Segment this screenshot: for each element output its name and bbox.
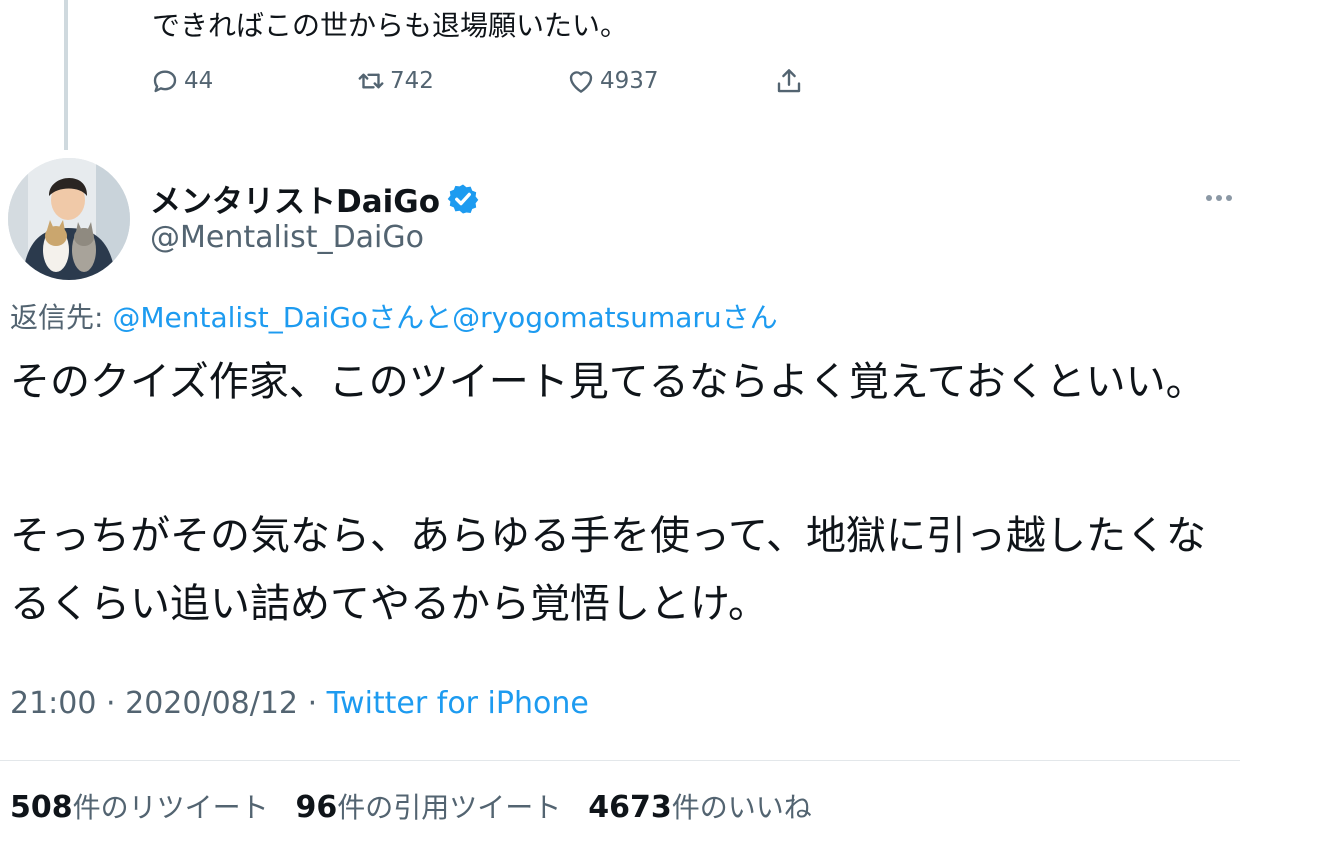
more-options-icon[interactable] xyxy=(1198,184,1240,212)
reply-count: 44 xyxy=(184,68,214,94)
reply-to-suffix: さん xyxy=(721,301,778,334)
tweet-time[interactable]: 21:00 xyxy=(10,686,96,721)
tweet-source-link[interactable]: Twitter for iPhone xyxy=(327,686,589,721)
reply-to-label: 返信先: xyxy=(10,301,104,334)
reply-button[interactable]: 44 xyxy=(150,66,213,96)
retweets-label: 件のリツイート xyxy=(72,791,269,824)
display-name[interactable]: メンタリストDaiGo xyxy=(150,176,480,221)
quote-tweets-label: 件の引用ツイート xyxy=(337,791,562,824)
display-name-text: メンタリストDaiGo xyxy=(150,184,441,220)
meta-separator: · xyxy=(307,686,318,721)
more-dot xyxy=(1206,195,1212,201)
tweet-body-paragraph: そっちがその気なら、あらゆる手を使って、地獄に引っ越したくなるくらい追い詰めてや… xyxy=(10,513,1206,627)
heart-icon xyxy=(569,71,593,93)
user-handle[interactable]: @Mentalist_DaiGo xyxy=(150,220,424,255)
retweet-count: 742 xyxy=(390,68,434,94)
retweet-icon xyxy=(358,73,384,89)
share-button[interactable] xyxy=(774,66,804,96)
retweet-button[interactable]: 742 xyxy=(356,66,434,96)
quote-tweets-count: 96 xyxy=(295,790,338,825)
like-button[interactable]: 4937 xyxy=(566,66,659,96)
reply-to-user-link[interactable]: @ryogomatsumaruさん xyxy=(452,301,778,334)
likes-label: 件のいいね xyxy=(671,791,812,824)
retweets-stat[interactable]: 508件のリツイート xyxy=(10,790,269,825)
share-icon xyxy=(777,69,801,93)
verified-badge-icon xyxy=(447,184,479,213)
quote-tweets-stat[interactable]: 96件の引用ツイート xyxy=(295,790,562,825)
reply-to-user2: @ryogomatsumaru xyxy=(452,301,722,334)
tweet-meta: 21:00 · 2020/08/12 · Twitter for iPhone xyxy=(10,686,589,721)
reply-to-line: 返信先: @Mentalist_DaiGoさんと@ryogomatsumaruさ… xyxy=(10,296,778,336)
previous-tweet-text: できればこの世からも退場願いたい。 xyxy=(152,9,629,42)
likes-stat[interactable]: 4673件のいいね xyxy=(588,790,812,825)
reply-icon xyxy=(153,70,177,93)
divider xyxy=(0,760,1240,761)
thread-connector-line xyxy=(64,0,68,150)
engagement-stats: 508件のリツイート 96件の引用ツイート 4673件のいいね xyxy=(10,786,830,826)
reply-to-user-link[interactable]: @Mentalist_DaiGoさんと xyxy=(112,301,452,334)
meta-separator: · xyxy=(106,686,116,721)
reply-to-join: さんと xyxy=(368,301,453,334)
reply-to-user1: @Mentalist_DaiGo xyxy=(112,301,369,334)
tweet-date[interactable]: 2020/08/12 xyxy=(125,686,298,721)
avatar[interactable] xyxy=(8,158,130,280)
more-dot xyxy=(1216,195,1222,201)
avatar-photo xyxy=(8,158,130,280)
like-count: 4937 xyxy=(600,68,659,94)
more-dot xyxy=(1226,195,1232,201)
likes-count: 4673 xyxy=(588,790,672,825)
previous-tweet-actions: 44 742 4937 xyxy=(150,66,830,106)
tweet-body-paragraph: そのクイズ作家、このツイート見てるならよく覚えておくといい。 xyxy=(10,359,1206,405)
retweets-count: 508 xyxy=(10,790,73,825)
